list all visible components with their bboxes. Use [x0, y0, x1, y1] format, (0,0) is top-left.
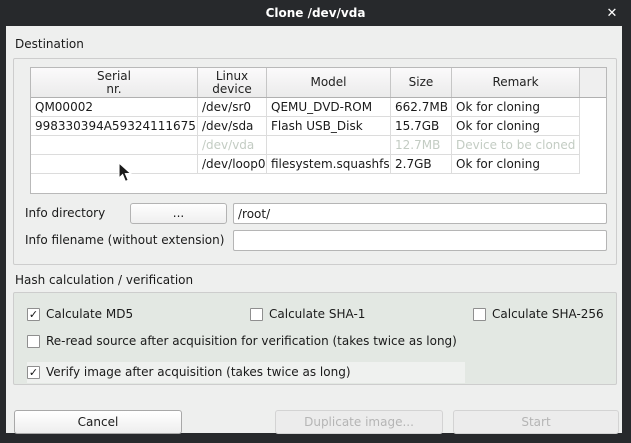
device-table-header: Serial nr. Linux device Model Size Remar… — [31, 68, 606, 98]
info-directory-input[interactable] — [233, 203, 607, 224]
info-directory-label: Info directory — [25, 205, 105, 221]
column-header-model[interactable]: Model — [267, 68, 391, 97]
column-header-linux-device[interactable]: Linux device — [198, 68, 267, 97]
checkbox-box[interactable] — [250, 308, 263, 321]
checkbox-reread-source[interactable]: Re-read source after acquisition for ver… — [27, 334, 457, 348]
table-row[interactable]: 998330394A59324111675 /dev/sda Flash USB… — [31, 117, 606, 136]
info-filename-input[interactable] — [233, 230, 607, 251]
checkbox-label: Calculate SHA-256 — [492, 307, 604, 321]
cancel-button[interactable]: Cancel — [14, 410, 182, 434]
close-icon[interactable]: ✕ — [601, 0, 623, 26]
titlebar: Clone /dev/vda ✕ — [0, 0, 631, 26]
table-row-device-to-be-cloned: /dev/vda 12.7MB Device to be cloned — [31, 136, 606, 155]
checkbox-calculate-sha256[interactable]: Calculate SHA-256 — [473, 307, 604, 321]
clone-dialog-window: Clone /dev/vda ✕ Destination Serial nr. … — [0, 0, 631, 443]
device-table[interactable]: Serial nr. Linux device Model Size Remar… — [30, 67, 607, 194]
destination-group-label: Destination — [15, 37, 84, 51]
hash-group-label: Hash calculation / verification — [15, 273, 193, 287]
column-header-serial[interactable]: Serial nr. — [31, 68, 198, 97]
checkbox-box[interactable]: ✓ — [27, 308, 40, 321]
table-row[interactable]: /dev/loop0 filesystem.squashfs 2.7GB Ok … — [31, 155, 606, 174]
checkbox-verify-image[interactable]: ✓ Verify image after acquisition (takes … — [27, 365, 351, 379]
checkbox-box[interactable] — [473, 308, 486, 321]
dialog-body: Destination Serial nr. Linux device Mode… — [6, 26, 622, 433]
checkbox-calculate-md5[interactable]: ✓ Calculate MD5 — [27, 307, 133, 321]
browse-directory-button[interactable]: ... — [130, 203, 227, 224]
column-header-remark[interactable]: Remark — [452, 68, 580, 97]
checkbox-calculate-sha1[interactable]: Calculate SHA-1 — [250, 307, 365, 321]
duplicate-image-button: Duplicate image... — [275, 410, 443, 434]
info-filename-label: Info filename (without extension) — [25, 232, 224, 248]
table-row[interactable]: QM00002 /dev/sr0 QEMU_DVD-ROM 662.7MB Ok… — [31, 98, 606, 117]
window-title: Clone /dev/vda — [266, 6, 366, 20]
checkbox-label: Calculate MD5 — [46, 307, 133, 321]
column-header-size[interactable]: Size — [391, 68, 452, 97]
checkbox-box[interactable]: ✓ — [27, 366, 40, 379]
checkbox-label: Verify image after acquisition (takes tw… — [46, 365, 351, 379]
checkbox-label: Re-read source after acquisition for ver… — [46, 334, 457, 348]
checkbox-box[interactable] — [27, 335, 40, 348]
checkbox-label: Calculate SHA-1 — [269, 307, 365, 321]
column-header-filler — [580, 68, 606, 97]
start-button: Start — [453, 410, 619, 434]
